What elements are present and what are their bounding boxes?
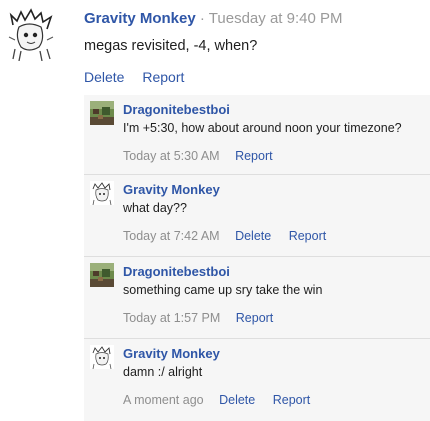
delete-button[interactable]: Delete — [219, 393, 255, 407]
reply-item: Dragonitebestboi I'm +5:30, how about ar… — [84, 95, 430, 175]
avatar[interactable] — [7, 7, 55, 61]
reply-text: what day?? — [123, 201, 187, 215]
reply-author-link[interactable]: Dragonitebestboi — [123, 264, 230, 279]
delete-button[interactable]: Delete — [84, 69, 124, 85]
reply-item: Gravity Monkey what day?? Today at 7:42 … — [84, 175, 430, 257]
reply-timestamp[interactable]: A moment ago — [123, 393, 204, 407]
reply-item: Gravity Monkey damn :/ alright A moment … — [84, 339, 430, 421]
post-body: megas revisited, -4, when? — [84, 38, 258, 54]
reply-text: I'm +5:30, how about around noon your ti… — [123, 121, 402, 135]
avatar[interactable] — [90, 263, 114, 287]
delete-button[interactable]: Delete — [235, 229, 271, 243]
reply-item: Dragonitebestboi something came up sry t… — [84, 257, 430, 339]
anime-sketch-avatar-icon — [90, 181, 114, 205]
reply-actions: Today at 1:57 PM Report — [123, 311, 287, 325]
report-button[interactable]: Report — [289, 229, 327, 243]
reply-author-link[interactable]: Dragonitebestboi — [123, 102, 230, 117]
anime-sketch-avatar-icon — [7, 7, 55, 61]
reply-text: something came up sry take the win — [123, 283, 323, 297]
pixel-landscape-avatar-icon — [90, 263, 114, 287]
reply-author-link[interactable]: Gravity Monkey — [123, 182, 220, 197]
reply-actions: A moment ago Delete Report — [123, 393, 324, 407]
post-actions: Delete Report — [84, 69, 198, 85]
reply-text: damn :/ alright — [123, 365, 203, 379]
reply-actions: Today at 7:42 AM Delete Report — [123, 229, 340, 243]
avatar[interactable] — [90, 101, 114, 125]
report-button[interactable]: Report — [236, 311, 274, 325]
post-timestamp[interactable]: Tuesday at 9:40 PM — [209, 10, 343, 27]
report-button[interactable]: Report — [273, 393, 311, 407]
report-button[interactable]: Report — [235, 149, 273, 163]
reply-actions: Today at 5:30 AM Report — [123, 149, 287, 163]
post-author-link[interactable]: Gravity Monkey — [84, 10, 196, 27]
anime-sketch-avatar-icon — [90, 345, 114, 369]
reply-timestamp[interactable]: Today at 5:30 AM — [123, 149, 220, 163]
report-button[interactable]: Report — [142, 69, 184, 85]
reply-timestamp[interactable]: Today at 1:57 PM — [123, 311, 220, 325]
avatar[interactable] — [90, 345, 114, 369]
pixel-landscape-avatar-icon — [90, 101, 114, 125]
post-header: Gravity Monkey · Tuesday at 9:40 PM — [84, 10, 342, 27]
replies-list: Dragonitebestboi I'm +5:30, how about ar… — [84, 95, 430, 421]
avatar[interactable] — [90, 181, 114, 205]
meta-separator: · — [199, 10, 205, 27]
reply-author-link[interactable]: Gravity Monkey — [123, 346, 220, 361]
reply-timestamp[interactable]: Today at 7:42 AM — [123, 229, 220, 243]
